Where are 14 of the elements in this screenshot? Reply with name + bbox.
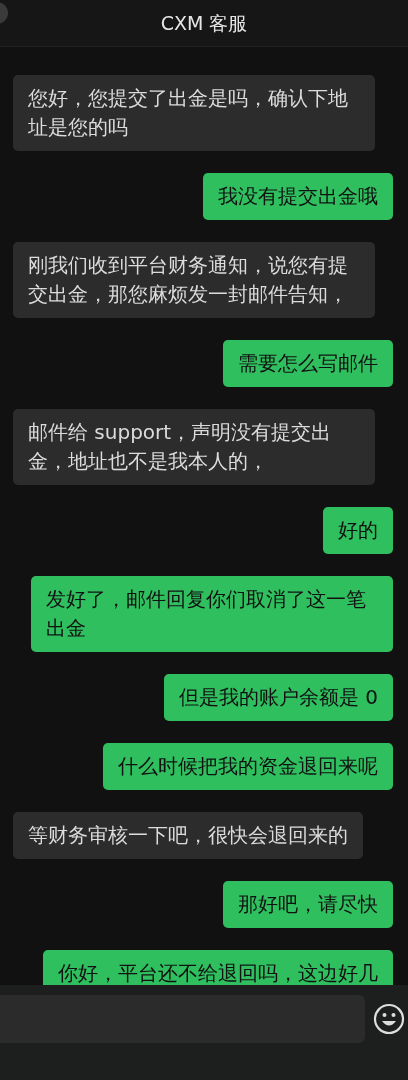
message-bubble: 您好，您提交了出金是吗，确认下地址是您的吗 [13,75,375,151]
message-bubble: 但是我的账户余额是 0 [163,674,393,721]
message-bubble: 你好，平台还不给退回吗，这边好几 [43,950,393,985]
message-bubble: 需要怎么写邮件 [223,340,393,387]
message-bubble: 什么时候把我的资金退回来呢 [103,743,393,790]
emoji-icon[interactable] [373,1003,405,1035]
message-bubble: 邮件给 support，声明没有提交出金，地址也不是我本人的， [13,409,375,485]
message-bubble: 好的 [323,507,393,554]
message-bubble: 等财务审核一下吧，很快会退回来的 [13,812,363,859]
message-bubble: 发好了，邮件回复你们取消了这一笔出金 [31,576,393,652]
chat-title: CXM 客服 [160,10,248,36]
message-bubble: 刚我们收到平台财务通知，说您有提交出金，那您麻烦发一封邮件告知， [13,242,375,318]
message-bubble: 我没有提交出金哦 [203,173,393,220]
message-bubble: 那好吧，请尽快 [223,881,393,928]
